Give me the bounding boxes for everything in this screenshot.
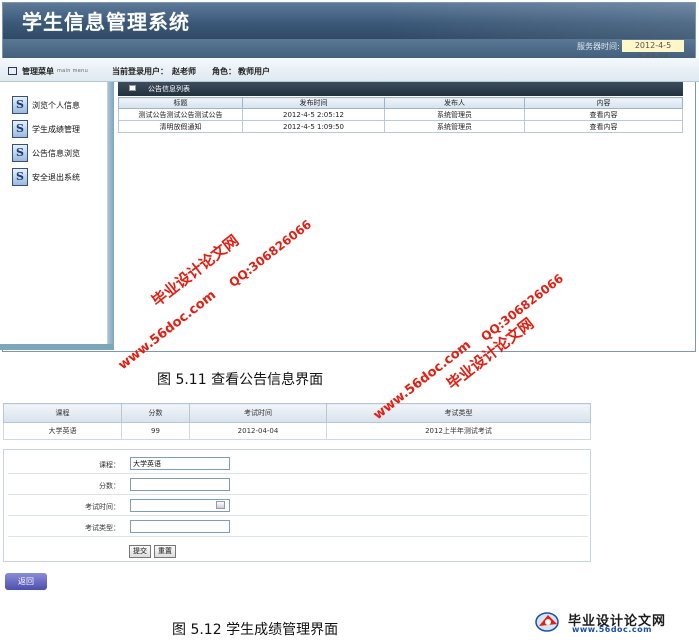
back-button[interactable]: 返回 bbox=[5, 573, 47, 590]
menu-title-en: main menu bbox=[57, 68, 89, 74]
column-header: 课程 bbox=[3, 403, 122, 423]
table-cell: 大学英语 bbox=[3, 422, 122, 440]
column-header: 发布时间 bbox=[242, 97, 385, 109]
table-cell: 系统管理员 bbox=[384, 108, 525, 121]
exam-type-input[interactable] bbox=[130, 520, 230, 533]
sidebar-bottom-bar bbox=[0, 344, 114, 350]
sidebar-item-logout[interactable]: 安全退出系统 bbox=[12, 167, 80, 187]
sidebar-item-score-management[interactable]: 学生成绩管理 bbox=[12, 119, 80, 139]
sidebar-item-label: 公告信息浏览 bbox=[32, 148, 80, 158]
column-header: 考试时间 bbox=[189, 403, 327, 423]
notice-panel-title: 公告信息列表 bbox=[148, 85, 190, 93]
logo-icon bbox=[535, 612, 559, 632]
current-user-value: 赵老师 bbox=[172, 67, 196, 76]
sidebar-item-label: 学生成绩管理 bbox=[32, 124, 80, 134]
notice-panel-header bbox=[118, 82, 683, 96]
column-header: 发布人 bbox=[384, 97, 525, 109]
column-header: 标题 bbox=[118, 97, 243, 109]
sidebar-item-label: 安全退出系统 bbox=[32, 172, 80, 182]
form-row-exam-time: 考试时间： bbox=[8, 496, 588, 516]
table-cell: 2012上半年测试考试 bbox=[326, 422, 591, 440]
user-info-bar bbox=[0, 58, 699, 82]
column-header: 分数 bbox=[121, 403, 190, 423]
s-icon bbox=[12, 144, 28, 162]
score-form: 课程： 分数： 考试时间： 考试类型： 提交 重置 bbox=[3, 449, 591, 562]
table-cell: 2012-4-5 1:09:50 bbox=[242, 120, 385, 133]
form-row-score: 分数： bbox=[8, 475, 588, 495]
table-cell: 99 bbox=[121, 422, 190, 440]
table-row: 清明放假通知 2012-4-5 1:09:50 系统管理员 查看内容 bbox=[118, 120, 683, 133]
sidebar-item-personal-info[interactable]: 浏览个人信息 bbox=[12, 95, 80, 115]
form-row-course: 课程： bbox=[8, 454, 588, 474]
role-value: 教师用户 bbox=[238, 67, 270, 76]
sidebar-item-label: 浏览个人信息 bbox=[32, 100, 80, 110]
figure-caption-5-11: 图 5.11 查看公告信息界面 bbox=[157, 372, 324, 388]
table-cell: 系统管理员 bbox=[384, 120, 525, 133]
menu-title: 管理菜单 bbox=[22, 67, 54, 76]
score-label: 分数： bbox=[99, 482, 120, 490]
app-title: 学生信息管理系统 bbox=[22, 10, 190, 34]
column-header: 考试类型 bbox=[326, 403, 591, 423]
notice-table: 标题 发布时间 发布人 内容 测试公告测试公告测试公告 2012-4-5 2:0… bbox=[118, 97, 683, 133]
panel-icon bbox=[129, 85, 136, 91]
role-label: 角色： bbox=[212, 67, 236, 76]
table-cell: 2012-4-5 2:05:12 bbox=[242, 108, 385, 121]
sidebar-item-notice-browse[interactable]: 公告信息浏览 bbox=[12, 143, 80, 163]
figure-caption-5-12: 图 5.12 学生成绩管理界面 bbox=[172, 622, 339, 638]
current-user-label: 当前登录用户： bbox=[112, 67, 168, 76]
exam-time-label: 考试时间： bbox=[85, 503, 120, 511]
submit-button[interactable]: 提交 bbox=[129, 545, 151, 558]
column-header: 内容 bbox=[524, 97, 683, 109]
logo-url: www.56doc.com bbox=[572, 625, 652, 634]
s-icon bbox=[12, 168, 28, 186]
course-input[interactable] bbox=[130, 457, 230, 470]
menu-icon bbox=[8, 67, 17, 75]
table-cell: 2012-04-04 bbox=[189, 422, 327, 440]
server-time-value: 2012-4-5 2:18:24 bbox=[622, 40, 684, 62]
s-icon bbox=[12, 120, 28, 138]
server-time-label: 服务器时间: bbox=[577, 42, 620, 51]
view-content-link[interactable]: 查看内容 bbox=[524, 120, 683, 133]
table-row: 测试公告测试公告测试公告 2012-4-5 2:05:12 系统管理员 查看内容 bbox=[118, 108, 683, 121]
reset-button[interactable]: 重置 bbox=[154, 545, 176, 558]
view-content-link[interactable]: 查看内容 bbox=[524, 108, 683, 121]
course-label: 课程： bbox=[99, 461, 120, 469]
table-cell: 测试公告测试公告测试公告 bbox=[118, 108, 243, 121]
form-row-exam-type: 考试类型： bbox=[8, 517, 588, 537]
exam-time-input[interactable] bbox=[130, 499, 230, 512]
calendar-icon[interactable] bbox=[216, 501, 225, 509]
score-table: 课程 分数 考试时间 考试类型 大学英语 99 2012-04-04 2012上… bbox=[3, 403, 591, 440]
table-row: 大学英语 99 2012-04-04 2012上半年测试考试 bbox=[3, 422, 591, 440]
score-input[interactable] bbox=[130, 478, 230, 491]
exam-type-label: 考试类型： bbox=[85, 524, 120, 532]
s-icon bbox=[12, 96, 28, 114]
table-cell: 清明放假通知 bbox=[118, 120, 243, 133]
